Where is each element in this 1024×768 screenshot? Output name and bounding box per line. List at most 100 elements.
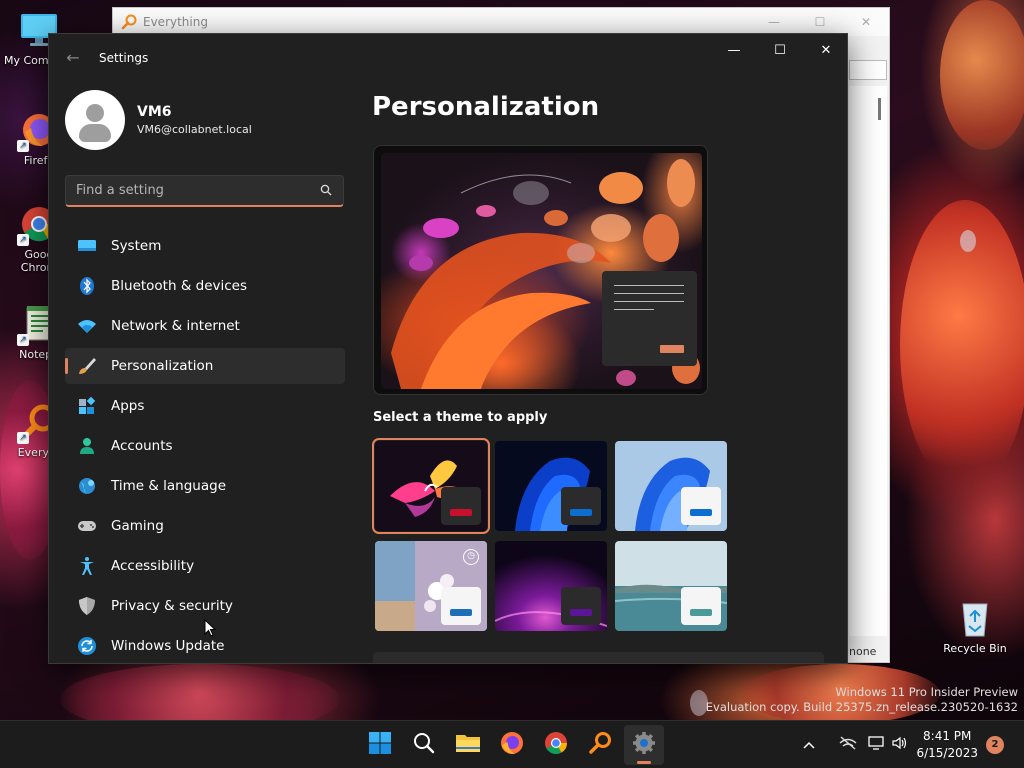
network-disconnected-icon[interactable] [832,736,864,754]
minimize-icon: — [727,42,741,58]
everything-search-input[interactable] [849,60,887,80]
shortcut-arrow-icon: ↗ [17,334,29,346]
taskbar-clock[interactable]: 8:41 PM 6/15/2023 [916,728,978,762]
window-title: Settings [99,51,149,65]
show-hidden-icons-button[interactable] [800,738,818,753]
nav-item-personalization[interactable]: Personalization [65,348,345,384]
close-button[interactable]: ✕ [803,34,847,66]
start-icon [368,731,392,759]
accessibility-icon [77,556,97,576]
user-profile[interactable]: VM6 VM6@collabnet.local [65,90,252,150]
desktop-icon-recycle-bin[interactable]: Recycle Bin [940,598,1010,655]
mouse-cursor-icon [204,619,216,637]
wallpaper-shape [940,0,1024,150]
everything-app-icon [121,14,137,30]
system-icon [77,236,97,256]
everything-icon [588,731,612,759]
nav-item-network[interactable]: Network & internet [65,308,345,344]
nav-item-system[interactable]: System [65,228,345,264]
minimize-button[interactable]: — [711,34,757,66]
taskbar-firefox[interactable] [492,725,532,765]
preview-window-card [602,271,697,366]
volume-icon[interactable] [888,736,912,754]
display-icon[interactable] [864,736,888,754]
nav-item-accessibility[interactable]: Accessibility [65,548,345,584]
theme-dark-bloom[interactable] [495,441,607,531]
theme-flow[interactable] [495,541,607,631]
close-icon: ✕ [820,42,832,58]
nav-item-apps[interactable]: Apps [65,388,345,424]
avatar-head-icon [86,104,104,122]
everything-scrollbar[interactable] [878,98,881,120]
file-explorer-icon [455,732,481,758]
wallpaper-preview [381,153,702,389]
nav-item-gaming[interactable]: Gaming [65,508,345,544]
recycle-bin-icon [955,598,995,638]
search-input[interactable] [76,183,319,198]
shortcut-arrow-icon: ↗ [17,234,29,246]
theme-window-preview [441,487,481,525]
nav-label: Accessibility [111,558,195,574]
taskbar-settings[interactable] [624,725,664,765]
theme-window-preview [561,487,601,525]
minimize-button[interactable]: — [751,8,797,36]
notification-badge[interactable]: 2 [986,736,1004,754]
taskbar-file-explorer[interactable] [448,725,488,765]
start-button[interactable] [360,725,400,765]
settings-titlebar[interactable]: ← Settings — ☐ ✕ [49,34,847,82]
slideshow-icon: ◷ [463,549,479,565]
settings-card-partial[interactable] [373,652,824,663]
bluetooth-icon [77,276,97,296]
shield-icon [77,596,97,616]
everything-title: Everything [143,15,208,29]
theme-sunrise[interactable] [615,541,727,631]
taskbar-search-button[interactable] [404,725,444,765]
search-icon[interactable] [319,184,333,198]
nav-item-accounts[interactable]: Accounts [65,428,345,464]
everything-results-list[interactable] [849,86,887,636]
watermark-build: Evaluation copy. Build 25375.zn_release.… [705,700,1018,714]
avatar-body-icon [79,124,111,142]
wallpaper-shape [960,230,976,252]
settings-icon [632,731,656,759]
preview-line [614,309,654,310]
watermark-edition: Windows 11 Pro Insider Preview [835,685,1018,699]
update-icon [77,636,97,656]
nav-label: Gaming [111,518,164,534]
clock-time: 8:41 PM [923,729,972,743]
nav-item-time-language[interactable]: Time & language [65,468,345,504]
desktop-icon-label: Recycle Bin [943,642,1007,655]
theme-light-bloom[interactable] [615,441,727,531]
nav-label: Time & language [111,478,227,494]
page-title: Personalization [372,92,600,122]
preview-accent-button [660,345,684,353]
close-button[interactable]: ✕ [843,8,889,36]
taskbar-chrome[interactable] [536,725,576,765]
everything-window-controls: — ☐ ✕ [751,8,889,36]
nav-label: Network & internet [111,318,240,334]
theme-accent-bar [690,609,712,616]
settings-window[interactable]: ← Settings — ☐ ✕ VM6 VM6@collabnet.local [48,33,848,664]
theme-captured-motion[interactable]: ◷ [375,541,487,631]
back-button[interactable]: ← [63,48,83,68]
wifi-icon [77,316,97,336]
maximize-icon: ☐ [774,42,786,58]
shortcut-arrow-icon: ↗ [17,140,29,152]
nav-label: Privacy & security [111,598,233,614]
find-setting-search[interactable] [65,175,344,207]
theme-section-label: Select a theme to apply [373,410,548,425]
taskbar-everything[interactable] [580,725,620,765]
theme-accent-bar [690,509,712,516]
avatar[interactable] [65,90,125,150]
shortcut-arrow-icon: ↗ [17,432,29,444]
theme-accent-bar [450,609,472,616]
maximize-button[interactable]: ☐ [797,8,843,36]
theme-window-preview [681,487,721,525]
theme-accent-bar [570,609,592,616]
preview-line [614,293,684,294]
theme-glow[interactable] [372,438,490,534]
globe-icon [77,476,97,496]
nav-item-bluetooth[interactable]: Bluetooth & devices [65,268,345,304]
theme-window-preview [561,587,601,625]
maximize-button[interactable]: ☐ [757,34,803,66]
